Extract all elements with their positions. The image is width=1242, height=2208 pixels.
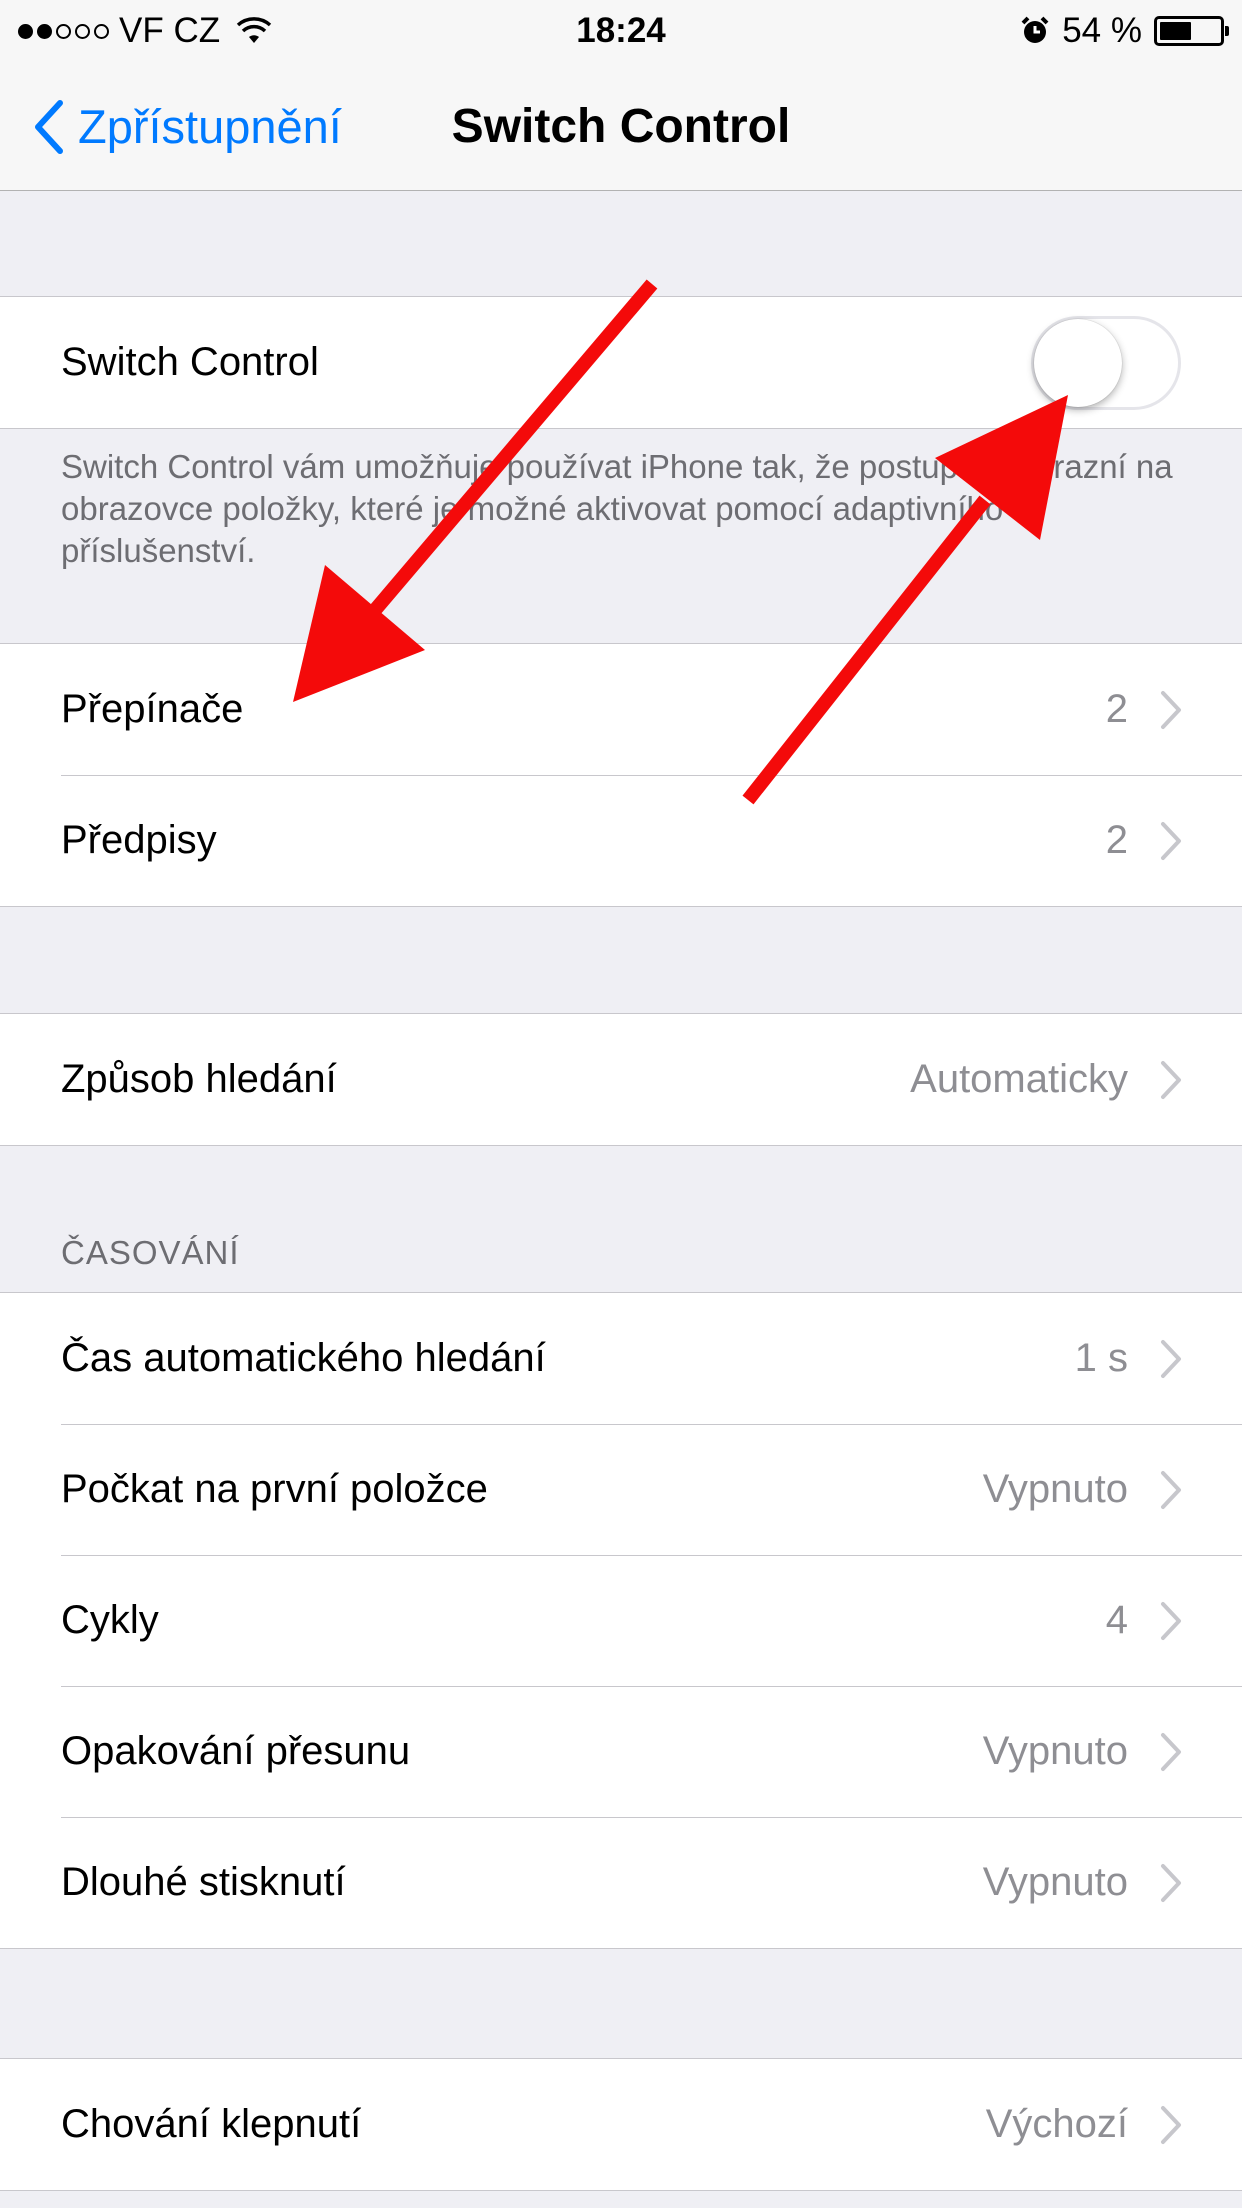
- toggle-knob: [1034, 318, 1122, 407]
- list-item-scanning-style[interactable]: Způsob hledání Automaticky: [0, 1014, 1242, 1145]
- scanning-style-label: Způsob hledání: [61, 1057, 337, 1101]
- battery-level: [1160, 22, 1192, 40]
- auto-scanning-time-label: Čas automatického hledání: [61, 1336, 546, 1380]
- chevron-right-icon: [1161, 690, 1181, 729]
- switch-control-group: Switch Control: [0, 296, 1242, 429]
- alarm-clock-icon: [1021, 16, 1049, 43]
- switch-control-toggle[interactable]: [1031, 315, 1181, 410]
- battery-icon: [1154, 16, 1229, 46]
- list-item-recipes[interactable]: Předpisy 2: [0, 775, 1242, 906]
- status-right: 54 %: [1020, 8, 1229, 54]
- chevron-right-icon: [1161, 1732, 1181, 1771]
- chevron-right-icon: [1161, 1339, 1181, 1378]
- switch-control-label: Switch Control: [61, 340, 319, 384]
- long-press-label: Dlouhé stisknutí: [61, 1860, 346, 1904]
- tap-behavior-value: Výchozí: [985, 2102, 1128, 2146]
- scanning-style-value: Automaticky: [910, 1057, 1128, 1101]
- page-title: Switch Control: [451, 100, 791, 153]
- switch-control-description: Switch Control vám umožňuje používat iPh…: [61, 448, 1173, 569]
- status-bar: VF CZ 18:24 54 %: [0, 0, 1242, 62]
- move-repeat-value: Vypnuto: [982, 1729, 1128, 1773]
- timing-section-header: ČASOVÁNÍ: [61, 1234, 240, 1271]
- list-item-auto-scanning-time[interactable]: Čas automatického hledání 1 s: [0, 1293, 1242, 1424]
- battery-percent: 54 %: [1062, 11, 1142, 50]
- navigation-bar: Zpřístupnění Switch Control: [0, 62, 1242, 191]
- tap-behavior-label: Chování klepnutí: [61, 2102, 362, 2146]
- chevron-right-icon: [1161, 1060, 1181, 1099]
- switches-label: Přepínače: [61, 687, 244, 731]
- list-item-move-repeat[interactable]: Opakování přesunu Vypnuto: [0, 1686, 1242, 1817]
- tap-behavior-group: Chování klepnutí Výchozí: [0, 2058, 1242, 2191]
- pause-on-first-item-value: Vypnuto: [982, 1467, 1128, 1511]
- chevron-right-icon: [1161, 1601, 1181, 1640]
- loops-label: Cykly: [61, 1598, 159, 1642]
- chevron-right-icon: [1161, 1863, 1181, 1902]
- scanning-style-group: Způsob hledání Automaticky: [0, 1013, 1242, 1146]
- recipes-value: 2: [1105, 818, 1128, 862]
- timing-group: Čas automatického hledání 1 s Počkat na …: [0, 1292, 1242, 1949]
- list-item-switches[interactable]: Přepínače 2: [0, 644, 1242, 775]
- chevron-right-icon: [1161, 821, 1181, 860]
- list-item-loops[interactable]: Cykly 4: [0, 1555, 1242, 1686]
- chevron-right-icon: [1161, 1470, 1181, 1509]
- chevron-right-icon: [1161, 2105, 1181, 2144]
- list-item-tap-behavior[interactable]: Chování klepnutí Výchozí: [0, 2059, 1242, 2190]
- move-repeat-label: Opakování přesunu: [61, 1729, 411, 1773]
- switches-group: Přepínače 2 Předpisy 2: [0, 643, 1242, 907]
- long-press-value: Vypnuto: [982, 1860, 1128, 1904]
- loops-value: 4: [1105, 1598, 1128, 1642]
- recipes-label: Předpisy: [61, 818, 217, 862]
- switch-control-row: Switch Control: [0, 297, 1242, 428]
- pause-on-first-item-label: Počkat na první položce: [61, 1467, 488, 1511]
- list-item-long-press[interactable]: Dlouhé stisknutí Vypnuto: [0, 1817, 1242, 1948]
- list-item-pause-on-first-item[interactable]: Počkat na první položce Vypnuto: [0, 1424, 1242, 1555]
- switches-value: 2: [1105, 687, 1128, 731]
- auto-scanning-time-value: 1 s: [1074, 1336, 1128, 1380]
